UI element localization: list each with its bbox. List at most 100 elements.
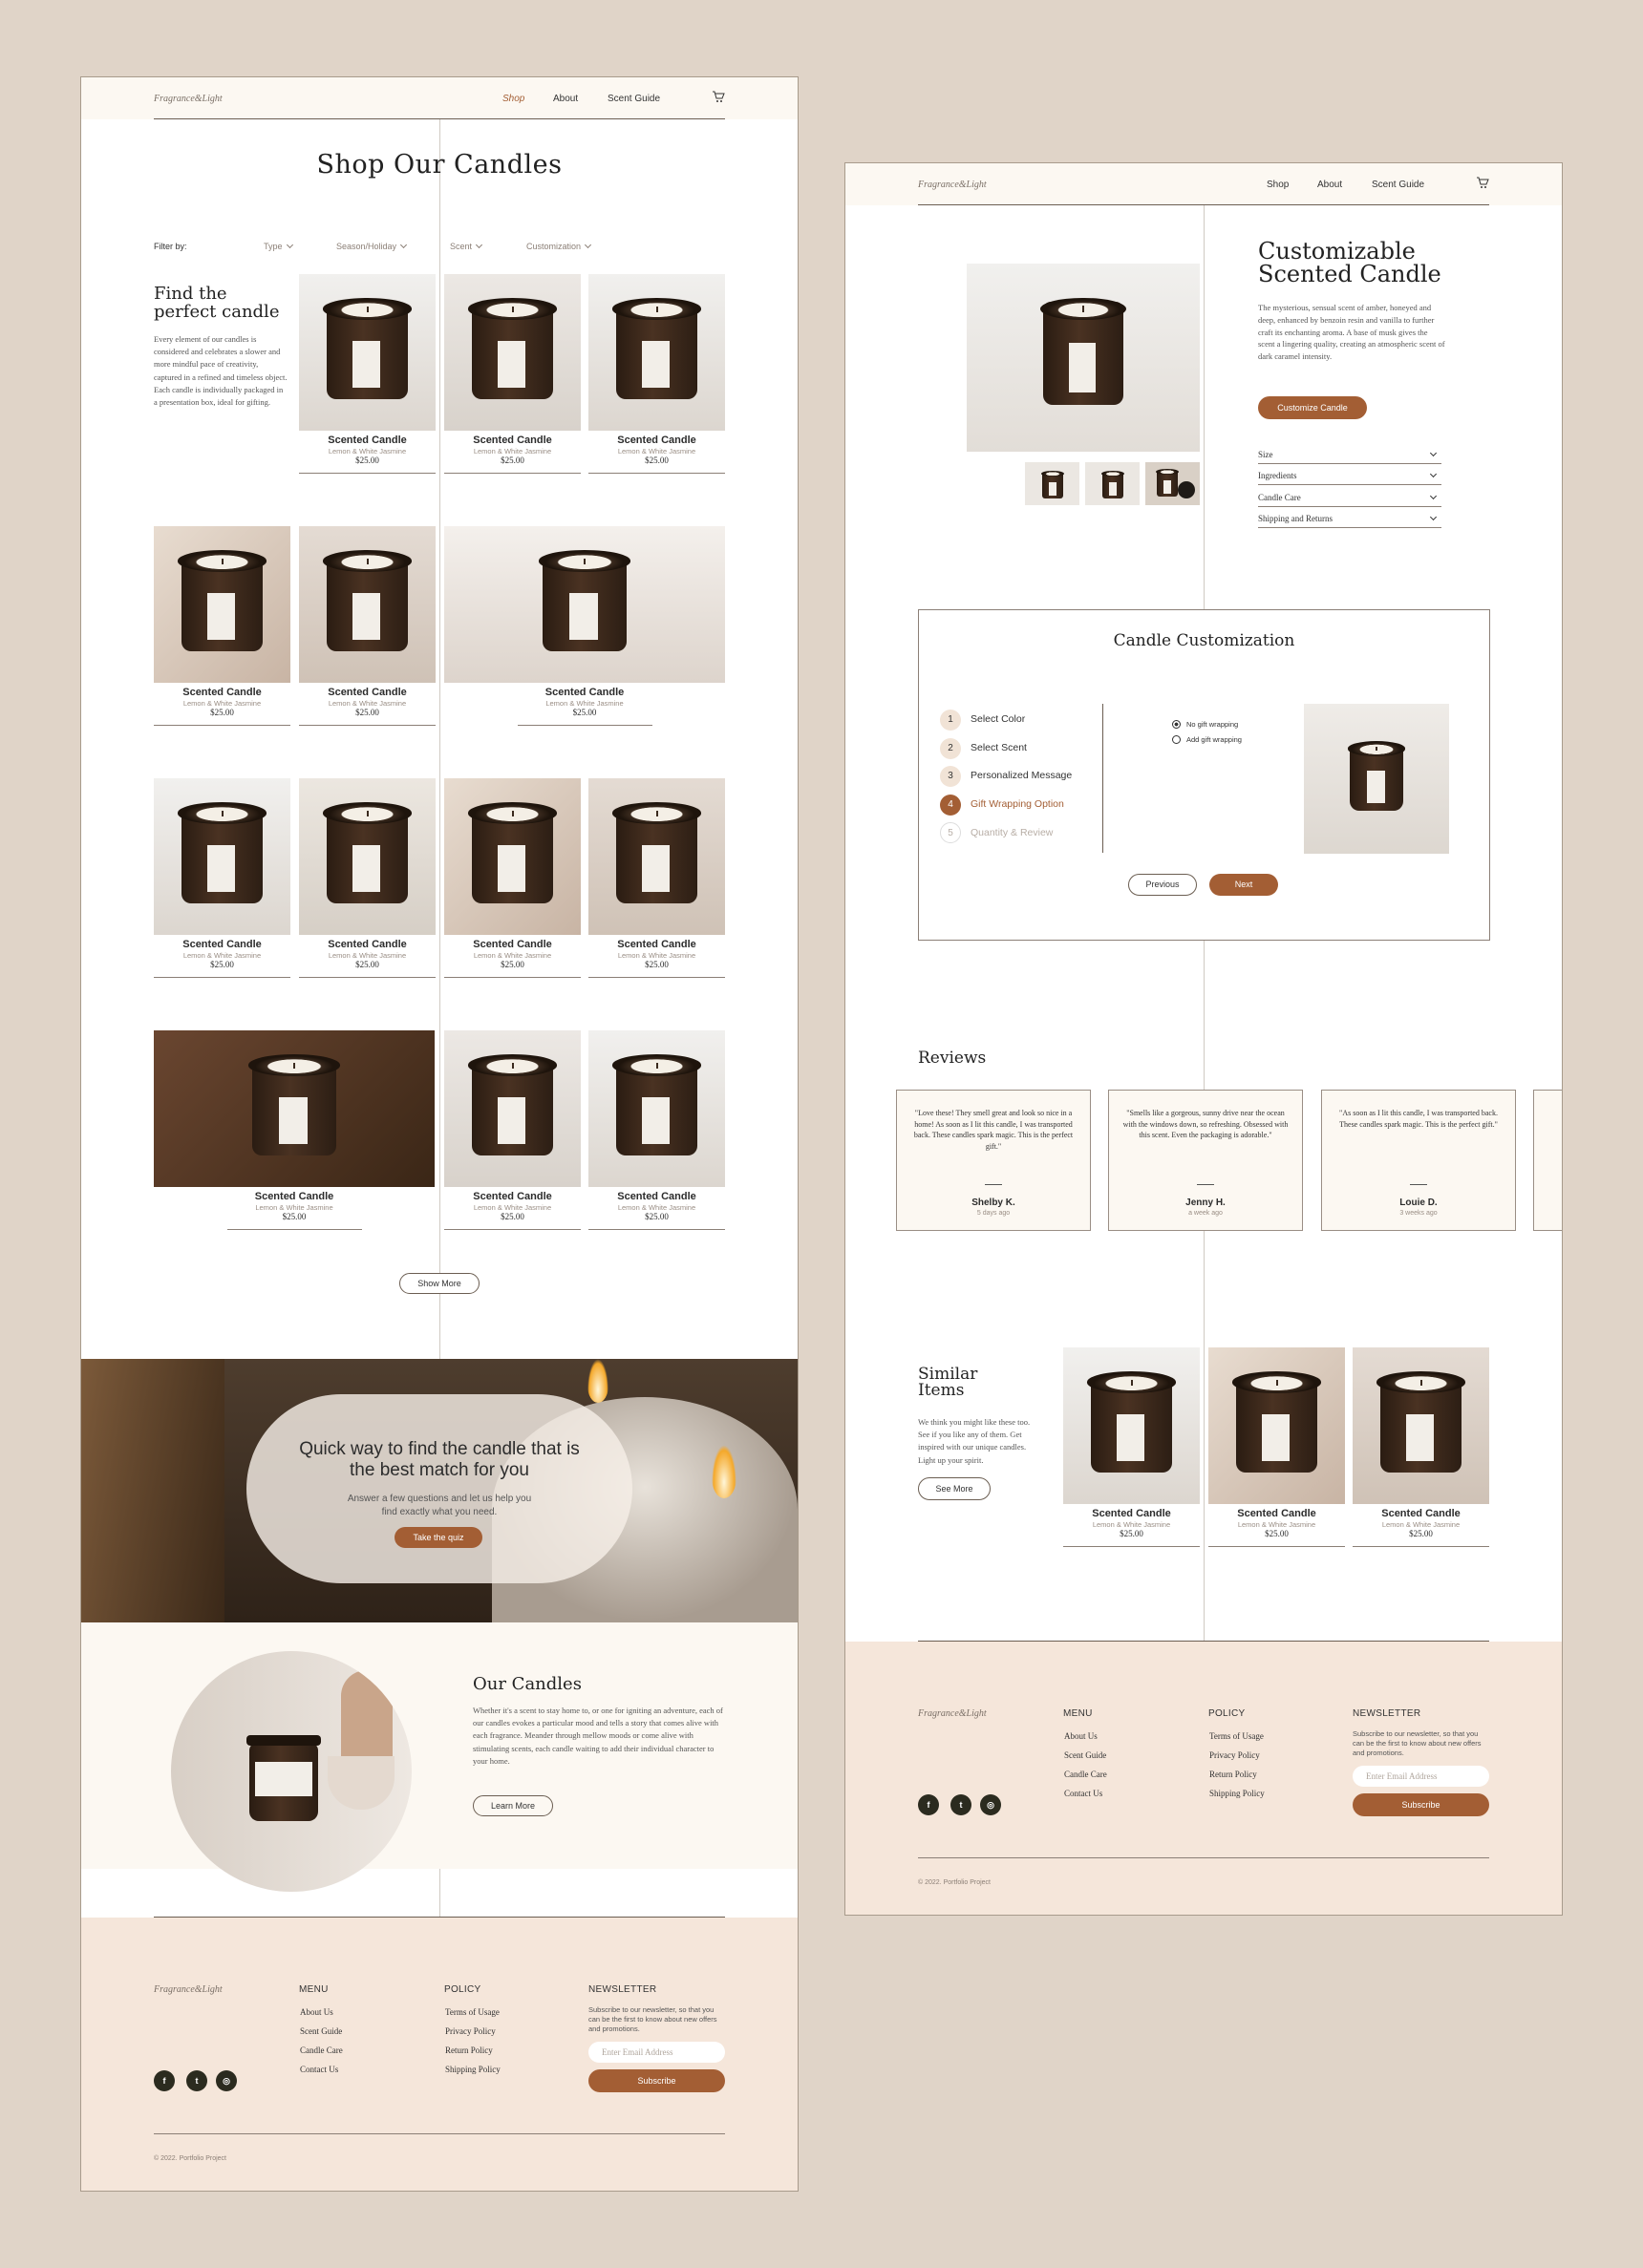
product-image[interactable]: [299, 526, 436, 683]
email-input[interactable]: Enter Email Address: [1353, 1766, 1489, 1787]
footer-link-scent-guide[interactable]: Scent Guide: [300, 2026, 342, 2036]
footer-link-about[interactable]: About Us: [1064, 1731, 1098, 1741]
product-card[interactable]: Scented Candle Lemon & White Jasmine $25.0…: [444, 1030, 581, 1230]
twitter-icon[interactable]: t: [186, 2070, 207, 2091]
product-image[interactable]: [444, 526, 725, 683]
footer-link-return[interactable]: Return Policy: [445, 2045, 493, 2055]
subscribe-button[interactable]: Subscribe: [588, 2069, 725, 2092]
footer-link-privacy[interactable]: Privacy Policy: [1209, 1750, 1260, 1760]
instagram-icon[interactable]: ◎: [216, 2070, 237, 2091]
review-card: "As soon as I lit this candle, I was tra…: [1321, 1090, 1516, 1231]
footer-link-terms[interactable]: Terms of Usage: [1209, 1731, 1264, 1741]
twitter-icon[interactable]: t: [950, 1794, 971, 1815]
filter-scent[interactable]: Scent: [450, 241, 483, 251]
product-card[interactable]: Scented Candle Lemon & White Jasmine $25.0…: [1208, 1347, 1345, 1547]
product-scent: Lemon & White Jasmine: [473, 951, 552, 960]
cart-icon[interactable]: [1476, 176, 1489, 189]
product-card[interactable]: Scented Candle Lemon & White Jasmine $25.0…: [1353, 1347, 1489, 1547]
facebook-icon[interactable]: f: [918, 1794, 939, 1815]
step-quantity-review[interactable]: 5 Quantity & Review: [940, 822, 1053, 843]
option-no-gift-wrapping[interactable]: No gift wrapping: [1172, 718, 1238, 729]
product-image[interactable]: [299, 274, 436, 431]
instagram-icon[interactable]: ◎: [980, 1794, 1001, 1815]
product-image[interactable]: [154, 778, 290, 935]
filter-customization[interactable]: Customization: [526, 241, 592, 251]
nav-shop[interactable]: Shop: [502, 94, 524, 104]
product-card[interactable]: Scented Candle Lemon & White Jasmine $25.0…: [444, 526, 725, 726]
product-card[interactable]: Scented Candle Lemon & White Jasmine $25.0…: [154, 778, 290, 978]
footer-link-privacy[interactable]: Privacy Policy: [445, 2026, 496, 2036]
step-gift-wrapping[interactable]: 4 Gift Wrapping Option: [940, 795, 1064, 816]
step-personalized-message[interactable]: 3 Personalized Message: [940, 766, 1072, 787]
nav-shop[interactable]: Shop: [1267, 180, 1289, 190]
footer-logo[interactable]: Fragrance&Light: [918, 1708, 987, 1719]
footer-link-scent-guide[interactable]: Scent Guide: [1064, 1750, 1106, 1760]
product-image[interactable]: [299, 778, 436, 935]
product-image[interactable]: [444, 778, 581, 935]
product-image[interactable]: [154, 1030, 435, 1187]
footer-link-candle-care[interactable]: Candle Care: [300, 2045, 343, 2055]
step-select-scent[interactable]: 2 Select Scent: [940, 738, 1027, 759]
site-logo[interactable]: Fragrance&Light: [154, 94, 223, 104]
product-card[interactable]: Scented Candle Lemon & White Jasmine $25.0…: [299, 778, 436, 978]
footer-logo[interactable]: Fragrance&Light: [154, 1984, 223, 1995]
footer-link-return[interactable]: Return Policy: [1209, 1770, 1257, 1779]
product-thumbnail-2[interactable]: [1085, 462, 1140, 505]
email-input[interactable]: Enter Email Address: [588, 2042, 725, 2063]
footer-link-candle-care[interactable]: Candle Care: [1064, 1770, 1107, 1779]
product-image[interactable]: [444, 274, 581, 431]
product-card[interactable]: Scented Candle Lemon & White Jasmine $25.0…: [444, 778, 581, 978]
footer-link-contact[interactable]: Contact Us: [1064, 1789, 1102, 1798]
product-card[interactable]: Scented Candle Lemon & White Jasmine $25.0…: [154, 1030, 435, 1230]
product-card[interactable]: Scented Candle Lemon & White Jasmine $25.0…: [588, 274, 725, 474]
footer-link-shipping[interactable]: Shipping Policy: [1209, 1789, 1265, 1798]
product-image[interactable]: [588, 778, 725, 935]
product-image[interactable]: [588, 1030, 725, 1187]
show-more-button[interactable]: Show More: [399, 1273, 480, 1294]
accordion-shipping[interactable]: Shipping and Returns: [1258, 513, 1441, 528]
review-time: 3 weeks ago: [1399, 1210, 1438, 1217]
product-card[interactable]: Scented Candle Lemon & White Jasmine $25.0…: [588, 1030, 725, 1230]
customize-candle-button[interactable]: Customize Candle: [1258, 396, 1367, 419]
learn-more-button[interactable]: Learn More: [473, 1795, 553, 1816]
next-button[interactable]: Next: [1209, 874, 1278, 896]
accordion-size[interactable]: Size: [1258, 449, 1441, 464]
step-select-color[interactable]: 1 Select Color: [940, 710, 1025, 731]
nav-scent-guide[interactable]: Scent Guide: [1372, 180, 1424, 190]
footer-link-shipping[interactable]: Shipping Policy: [445, 2065, 501, 2074]
site-logo[interactable]: Fragrance&Light: [918, 180, 987, 190]
product-card[interactable]: Scented Candle Lemon & White Jasmine $25.0…: [1063, 1347, 1200, 1547]
nav-about[interactable]: About: [1317, 180, 1342, 190]
previous-button[interactable]: Previous: [1128, 874, 1197, 896]
product-image[interactable]: [1208, 1347, 1345, 1504]
option-add-gift-wrapping[interactable]: Add gift wrapping: [1172, 733, 1242, 744]
footer-link-about[interactable]: About Us: [300, 2007, 333, 2017]
filter-type[interactable]: Type: [264, 241, 293, 251]
product-image[interactable]: [154, 526, 290, 683]
filter-season[interactable]: Season/Holiday: [336, 241, 408, 251]
product-image[interactable]: [444, 1030, 581, 1187]
product-card[interactable]: Scented Candle Lemon & White Jasmine $25.0…: [154, 526, 290, 726]
accordion-candle-care[interactable]: Candle Care: [1258, 492, 1441, 507]
take-quiz-button[interactable]: Take the quiz: [395, 1527, 482, 1548]
product-image[interactable]: [1063, 1347, 1200, 1504]
see-more-button[interactable]: See More: [918, 1477, 991, 1500]
product-card[interactable]: Scented Candle Lemon & White Jasmine $25.0…: [588, 778, 725, 978]
review-card: "Smells like a gorgeous, sunny drive nea…: [1108, 1090, 1303, 1231]
accordion-ingredients[interactable]: Ingredients: [1258, 470, 1441, 485]
product-card[interactable]: Scented Candle Lemon & White Jasmine $25.0…: [444, 274, 581, 474]
filter-season-label: Season/Holiday: [336, 242, 397, 251]
product-image[interactable]: [1353, 1347, 1489, 1504]
product-card[interactable]: Scented Candle Lemon & White Jasmine $25.0…: [299, 274, 436, 474]
footer-link-terms[interactable]: Terms of Usage: [445, 2007, 500, 2017]
facebook-icon[interactable]: f: [154, 2070, 175, 2091]
subscribe-button[interactable]: Subscribe: [1353, 1793, 1489, 1816]
product-card[interactable]: Scented Candle Lemon & White Jasmine $25.0…: [299, 526, 436, 726]
product-image[interactable]: [588, 274, 725, 431]
product-thumbnail-3[interactable]: [1145, 462, 1200, 505]
footer-link-contact[interactable]: Contact Us: [300, 2065, 338, 2074]
nav-scent-guide[interactable]: Scent Guide: [608, 94, 660, 104]
nav-about[interactable]: About: [553, 94, 578, 104]
cart-icon[interactable]: [712, 90, 725, 103]
product-thumbnail-1[interactable]: [1025, 462, 1079, 505]
